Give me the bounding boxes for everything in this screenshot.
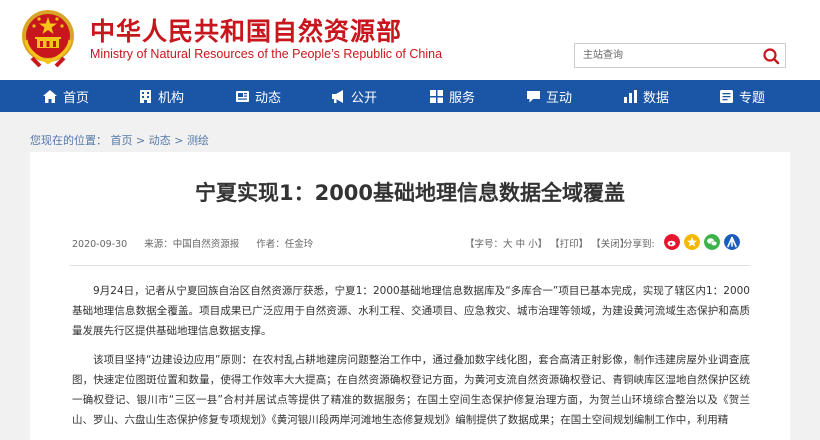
breadcrumb-home[interactable]: 首页 bbox=[111, 134, 133, 147]
article-meta: 2020-09-30 来源：中国自然资源报 作者：任金玲 bbox=[72, 236, 327, 250]
breadcrumb: 您现在的位置： 首页 > 动态 > 测绘 bbox=[30, 132, 209, 148]
font-large-link[interactable]: 大 bbox=[503, 239, 513, 250]
nav-item-interaction[interactable]: 互动 bbox=[526, 80, 572, 112]
nav-item-topics[interactable]: 专题 bbox=[719, 80, 765, 112]
article-tools: 【字号：大 中 小】 【打印】 【关闭】 bbox=[465, 236, 629, 250]
nav-label: 服务 bbox=[449, 90, 476, 106]
article-paragraph: 9月24日，记者从宁夏回族自治区自然资源厅获悉，宁夏1：2000基础地理信息数据… bbox=[72, 285, 750, 337]
site-search bbox=[574, 43, 786, 68]
article-title: 宁夏实现1：2000基础地理信息数据全域覆盖 bbox=[194, 181, 626, 205]
font-size-label: 【字号： bbox=[465, 239, 504, 250]
breadcrumb-surveying[interactable]: 测绘 bbox=[187, 134, 209, 147]
main-nav: 首页 机构 动态 公开 服务 互动 数据 专题 bbox=[0, 80, 820, 112]
nav-item-news[interactable]: 动态 bbox=[235, 80, 281, 112]
article-source: 来源：中国自然资源报 bbox=[144, 239, 240, 250]
nav-item-public[interactable]: 公开 bbox=[331, 80, 377, 112]
renren-share-icon[interactable] bbox=[724, 234, 740, 250]
news-icon bbox=[236, 90, 249, 102]
chat-icon bbox=[527, 90, 540, 102]
article-paragraph: 该项目坚持“边建设边应用”原则：在农村乱占耕地建房问题整治工作中，通过叠加数字线… bbox=[72, 354, 750, 426]
service-icon bbox=[430, 89, 443, 103]
nav-item-home[interactable]: 首页 bbox=[42, 80, 89, 112]
search-input[interactable] bbox=[575, 44, 755, 67]
qzone-share-icon[interactable] bbox=[684, 234, 700, 250]
article-divider bbox=[70, 265, 750, 266]
building-icon bbox=[140, 89, 151, 103]
share-label: 分享到: bbox=[623, 239, 655, 250]
breadcrumb-separator: > bbox=[174, 134, 184, 147]
breadcrumb-prefix: 您现在的位置： bbox=[30, 134, 107, 147]
breadcrumb-news[interactable]: 动态 bbox=[149, 134, 171, 147]
nav-label: 首页 bbox=[63, 90, 90, 106]
nav-item-data[interactable]: 数据 bbox=[623, 80, 669, 112]
nav-label: 动态 bbox=[255, 90, 282, 106]
font-medium-link[interactable]: 中 bbox=[516, 239, 526, 250]
nav-label: 专题 bbox=[739, 90, 766, 106]
wechat-share-icon[interactable] bbox=[704, 234, 720, 250]
nav-item-institutions[interactable]: 机构 bbox=[138, 80, 184, 112]
font-small-link[interactable]: 小 bbox=[528, 239, 538, 250]
megaphone-icon bbox=[332, 89, 343, 103]
org-name-en: Ministry of Natural Resources of the Peo… bbox=[90, 47, 443, 61]
org-name-cn: 中华人民共和国自然资源部 bbox=[90, 17, 403, 46]
national-emblem-icon[interactable] bbox=[20, 8, 76, 68]
breadcrumb-separator: > bbox=[136, 134, 146, 147]
nav-label: 机构 bbox=[158, 90, 185, 106]
weibo-share-icon[interactable] bbox=[664, 234, 680, 250]
font-size-end: 】 bbox=[537, 239, 548, 250]
nav-label: 公开 bbox=[351, 90, 378, 106]
topic-icon bbox=[720, 89, 733, 103]
nav-item-services[interactable]: 服务 bbox=[429, 80, 475, 112]
home-icon bbox=[43, 89, 57, 103]
nav-label: 互动 bbox=[546, 90, 573, 106]
article-author: 作者：任金玲 bbox=[256, 239, 314, 250]
print-link[interactable]: 【打印】 bbox=[550, 239, 588, 250]
chart-icon bbox=[624, 89, 637, 103]
site-header: 中华人民共和国自然资源部 Ministry of Natural Resourc… bbox=[0, 0, 820, 80]
nav-label: 数据 bbox=[643, 90, 670, 106]
search-icon[interactable] bbox=[761, 46, 781, 66]
article-date: 2020-09-30 bbox=[72, 239, 128, 250]
